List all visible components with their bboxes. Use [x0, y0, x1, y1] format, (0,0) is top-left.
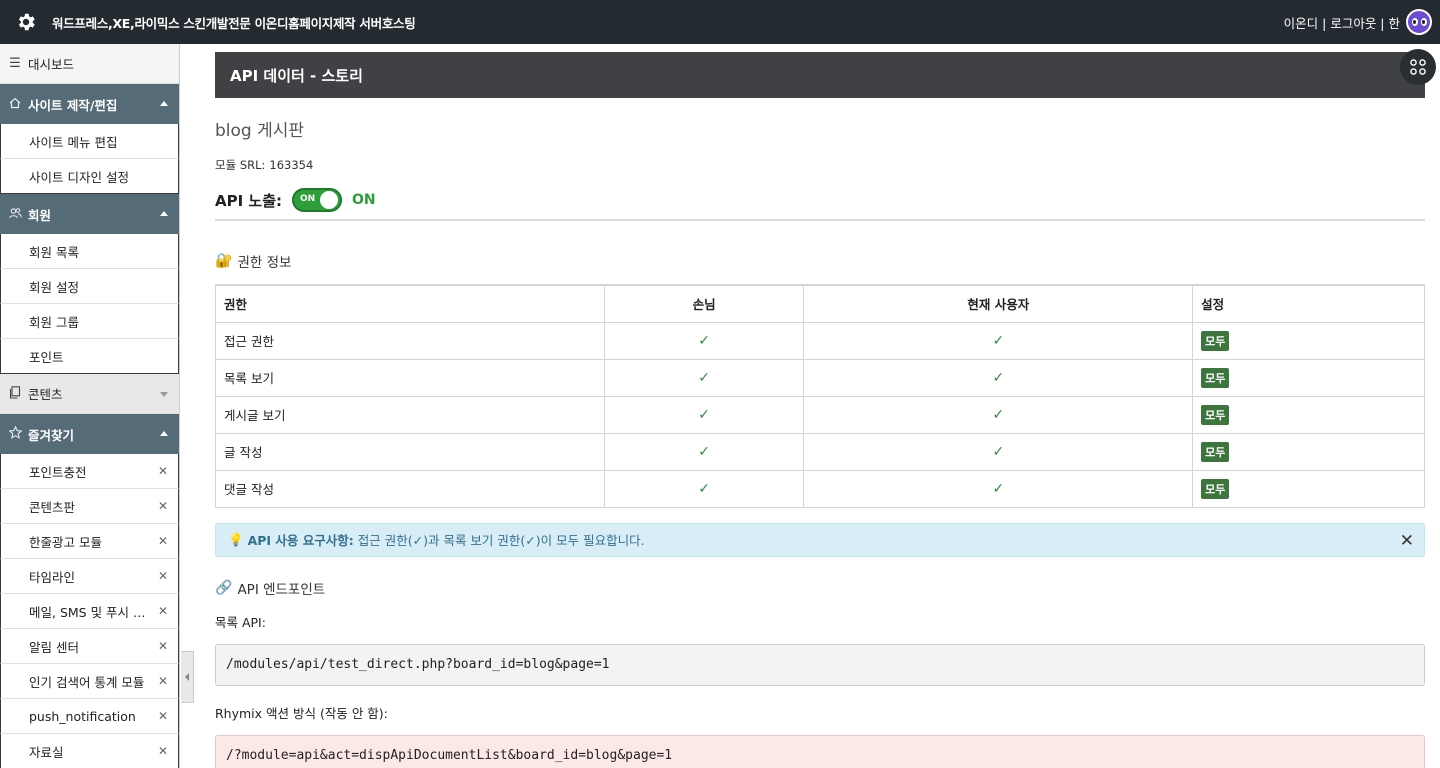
caret-up-icon — [160, 431, 168, 436]
sidebar-group-favorites[interactable]: 즐겨찾기 — [0, 414, 179, 454]
sidebar-item-design[interactable]: 사이트 디자인 설정 — [0, 159, 179, 194]
lock-icon: 🔐 — [215, 253, 233, 269]
sidebar-group-members[interactable]: 회원 — [0, 194, 179, 234]
close-icon[interactable]: ✕ — [1400, 531, 1414, 551]
link-icon: 🔗 — [215, 579, 233, 596]
table-row: 접근 권한 ✓ ✓ 모두 — [215, 321, 1425, 360]
page-title: API 데이터 - 스토리 — [215, 52, 1425, 98]
check-icon: ✓ — [992, 406, 1005, 423]
perm-section-title: 🔐 권한 정보 — [215, 253, 292, 271]
avatar[interactable] — [1406, 9, 1432, 35]
permission-table: 권한 손님 현재 사용자 설정 접근 권한 ✓ ✓ 모두 목록 보기 ✓ ✓ 모… — [215, 284, 1425, 508]
list-api-url[interactable]: /modules/api/test_direct.php?board_id=bl… — [215, 643, 1425, 686]
sidebar-item-fav-8[interactable]: push_notification ✕ — [0, 699, 179, 734]
module-srl: 모듈 SRL: 163354 — [215, 158, 314, 172]
table-header-row: 권한 손님 현재 사용자 설정 — [215, 284, 1425, 323]
hamburger-icon: ☰ — [9, 56, 21, 71]
sidebar-group-label: 콘텐츠 — [28, 387, 63, 402]
apps-grid-icon[interactable] — [1400, 49, 1436, 85]
table-row: 게시글 보기 ✓ ✓ 모두 — [215, 395, 1425, 434]
sidebar-item-label: 대시보드 — [28, 57, 75, 72]
sidebar-item-member-settings[interactable]: 회원 설정 — [0, 269, 179, 304]
lightbulb-icon: 💡 — [228, 531, 244, 547]
close-icon[interactable]: ✕ — [158, 604, 168, 618]
sidebar-item-fav-6[interactable]: 알림 센터 ✕ — [0, 629, 179, 664]
sidebar-group-label: 사이트 제작/편집 — [28, 97, 118, 113]
sidebar-item-fav-2[interactable]: 콘텐츠판 ✕ — [0, 489, 179, 524]
top-header: 워드프레스,XE,라이믹스 스킨개발전문 이온디홈페이지제작 서버호스팅 이온디… — [0, 0, 1440, 44]
caret-up-icon — [160, 101, 168, 106]
caret-up-icon — [160, 211, 168, 216]
close-icon[interactable]: ✕ — [158, 709, 168, 723]
endpoint-section-title: 🔗 API 엔드포인트 — [215, 579, 326, 598]
main-content: API 데이터 - 스토리 blog 게시판 모듈 SRL: 163354 API… — [215, 44, 1425, 768]
close-icon[interactable]: ✕ — [158, 569, 168, 583]
caret-down-icon — [160, 392, 168, 397]
check-icon: ✓ — [992, 369, 1005, 386]
table-row: 목록 보기 ✓ ✓ 모두 — [215, 358, 1425, 397]
status-badge: 모두 — [1201, 404, 1230, 425]
sidebar-group-label: 즐겨찾기 — [28, 427, 75, 443]
check-icon: ✓ — [698, 443, 710, 460]
divider — [215, 219, 1425, 221]
col-header: 현재 사용자 — [803, 284, 1194, 323]
col-header: 손님 — [603, 284, 805, 323]
sidebar-item-fav-5[interactable]: 메일, SMS 및 푸시 알림 관리✕ — [0, 594, 179, 629]
requirements-alert: 💡 API 사용 요구사항: 접근 권한(✓)과 목록 보기 권한(✓)이 모두… — [215, 522, 1425, 557]
close-icon[interactable]: ✕ — [158, 464, 168, 478]
sidebar-item-fav-7[interactable]: 인기 검색어 통계 모듈 ✕ — [0, 664, 179, 699]
sidebar-item-member-list[interactable]: 회원 목록 — [0, 234, 179, 269]
sidebar-item-dashboard[interactable]: ☰ 대시보드 — [0, 44, 179, 84]
rhymix-label: Rhymix 액션 방식 (작동 안 함): — [215, 705, 388, 721]
sidebar: ☰ 대시보드 사이트 제작/편집 사이트 메뉴 편집 사이트 디자인 설정 회원… — [0, 44, 180, 768]
list-api-label: 목록 API: — [215, 614, 266, 630]
api-expose-row: API 노출: ON ON — [215, 187, 1425, 213]
status-badge: 모두 — [1201, 478, 1230, 499]
user-links[interactable]: 이온디 | 로그아웃 | 한 — [1284, 13, 1400, 32]
status-badge: 모두 — [1201, 367, 1230, 388]
status-badge: 모두 — [1201, 330, 1230, 351]
api-state: ON — [352, 192, 376, 208]
users-icon — [8, 207, 22, 222]
api-expose-toggle[interactable]: ON — [292, 188, 343, 212]
sidebar-group-site[interactable]: 사이트 제작/편집 — [0, 84, 179, 124]
rhymix-url[interactable]: /?module=api&act=dispApiDocumentList&boa… — [215, 734, 1425, 768]
check-icon: ✓ — [992, 480, 1005, 497]
table-row: 댓글 작성 ✓ ✓ 모두 — [215, 469, 1425, 508]
check-icon: ✓ — [992, 332, 1005, 349]
copy-icon — [8, 385, 22, 402]
close-icon[interactable]: ✕ — [158, 534, 168, 548]
col-header: 설정 — [1192, 284, 1425, 323]
api-expose-label: API 노출: — [215, 191, 283, 210]
sidebar-item-menu-edit[interactable]: 사이트 메뉴 편집 — [0, 124, 179, 159]
sidebar-group-label: 회원 — [28, 207, 52, 223]
user-menu: 이온디 | 로그아웃 | 한 — [1284, 0, 1440, 44]
chevron-left-icon — [185, 673, 189, 681]
sidebar-item-member-groups[interactable]: 회원 그룹 — [0, 304, 179, 339]
status-badge: 모두 — [1201, 441, 1230, 462]
sidebar-group-contents[interactable]: 콘텐츠 — [0, 374, 179, 414]
col-header: 권한 — [215, 284, 605, 323]
close-icon[interactable]: ✕ — [158, 639, 168, 653]
check-icon: ✓ — [698, 480, 710, 497]
gear-icon[interactable] — [0, 0, 52, 44]
sidebar-item-fav-4[interactable]: 타임라인 ✕ — [0, 559, 179, 594]
home-icon — [8, 97, 22, 112]
close-icon[interactable]: ✕ — [158, 744, 168, 758]
sidebar-item-fav-9[interactable]: 자료실 ✕ — [0, 734, 179, 768]
sidebar-item-fav-3[interactable]: 한줄광고 모듈 ✕ — [0, 524, 179, 559]
sidebar-item-points[interactable]: 포인트 — [0, 339, 179, 374]
sidebar-item-fav-1[interactable]: 포인트충전 ✕ — [0, 454, 179, 489]
close-icon[interactable]: ✕ — [158, 499, 168, 513]
star-icon — [7, 425, 23, 442]
board-name: blog 게시판 — [215, 121, 305, 141]
site-title[interactable]: 워드프레스,XE,라이믹스 스킨개발전문 이온디홈페이지제작 서버호스팅 — [52, 13, 416, 32]
close-icon[interactable]: ✕ — [158, 674, 168, 688]
check-icon: ✓ — [698, 332, 710, 349]
table-row: 글 작성 ✓ ✓ 모두 — [215, 432, 1425, 471]
check-icon: ✓ — [992, 443, 1005, 460]
check-icon: ✓ — [698, 406, 710, 423]
check-icon: ✓ — [698, 369, 710, 386]
sidebar-collapse-handle[interactable] — [181, 651, 194, 703]
